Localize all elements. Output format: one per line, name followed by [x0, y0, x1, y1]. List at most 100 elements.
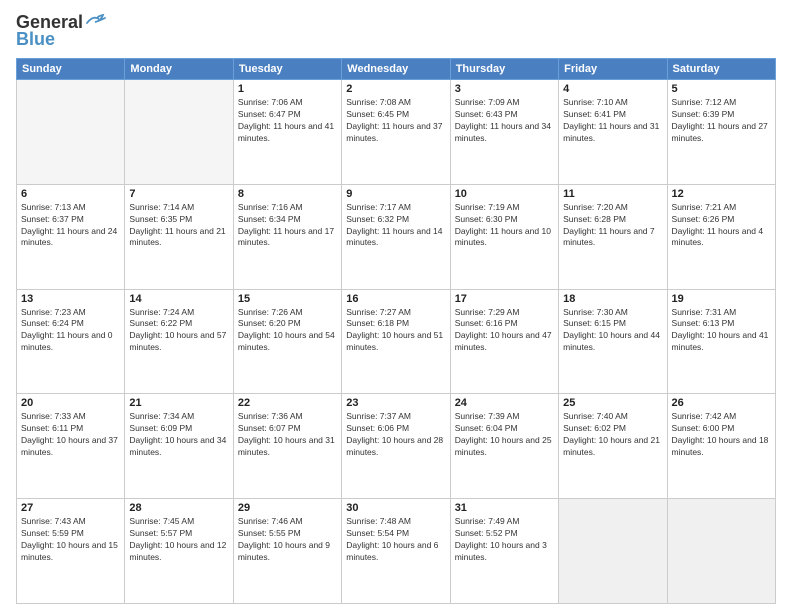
day-number: 1	[238, 83, 337, 95]
day-number: 14	[129, 293, 228, 305]
day-number: 22	[238, 397, 337, 409]
day-number: 16	[346, 293, 445, 305]
day-header-friday: Friday	[559, 59, 667, 80]
header: General Blue	[16, 12, 776, 50]
day-info: Sunrise: 7:33 AM Sunset: 6:11 PM Dayligh…	[21, 411, 120, 459]
day-info: Sunrise: 7:46 AM Sunset: 5:55 PM Dayligh…	[238, 516, 337, 564]
calendar-cell: 16 Sunrise: 7:27 AM Sunset: 6:18 PM Dayli…	[342, 289, 450, 394]
calendar-cell: 23 Sunrise: 7:37 AM Sunset: 6:06 PM Dayli…	[342, 394, 450, 499]
day-header-tuesday: Tuesday	[233, 59, 341, 80]
calendar-cell: 19Sunrise: 7:31 AM Sunset: 6:13 PM Dayli…	[667, 289, 775, 394]
day-info: Sunrise: 7:40 AM Sunset: 6:02 PM Dayligh…	[563, 411, 662, 459]
logo-blue: Blue	[16, 29, 55, 50]
day-info: Sunrise: 7:21 AM Sunset: 6:26 PM Dayligh…	[672, 202, 771, 250]
day-info: Sunrise: 7:26 AM Sunset: 6:20 PM Dayligh…	[238, 307, 337, 355]
day-number: 4	[563, 83, 662, 95]
day-number: 15	[238, 293, 337, 305]
calendar-cell	[125, 80, 233, 185]
week-row-4: 20 Sunrise: 7:33 AM Sunset: 6:11 PM Dayli…	[17, 394, 776, 499]
day-info: Sunrise: 7:13 AM Sunset: 6:37 PM Dayligh…	[21, 202, 120, 250]
calendar-cell: 26Sunrise: 7:42 AM Sunset: 6:00 PM Dayli…	[667, 394, 775, 499]
day-info: Sunrise: 7:43 AM Sunset: 5:59 PM Dayligh…	[21, 516, 120, 564]
day-info: Sunrise: 7:19 AM Sunset: 6:30 PM Dayligh…	[455, 202, 554, 250]
day-number: 17	[455, 293, 554, 305]
day-info: Sunrise: 7:06 AM Sunset: 6:47 PM Dayligh…	[238, 97, 337, 145]
day-number: 9	[346, 188, 445, 200]
day-header-monday: Monday	[125, 59, 233, 80]
calendar-cell: 7Sunrise: 7:14 AM Sunset: 6:35 PM Daylig…	[125, 184, 233, 289]
day-header-thursday: Thursday	[450, 59, 558, 80]
day-number: 31	[455, 502, 554, 514]
calendar-cell: 18 Sunrise: 7:30 AM Sunset: 6:15 PM Dayli…	[559, 289, 667, 394]
day-info: Sunrise: 7:31 AM Sunset: 6:13 PM Dayligh…	[672, 307, 771, 355]
day-info: Sunrise: 7:39 AM Sunset: 6:04 PM Dayligh…	[455, 411, 554, 459]
calendar-cell	[667, 499, 775, 604]
day-info: Sunrise: 7:09 AM Sunset: 6:43 PM Dayligh…	[455, 97, 554, 145]
day-info: Sunrise: 7:30 AM Sunset: 6:15 PM Dayligh…	[563, 307, 662, 355]
calendar-cell: 14Sunrise: 7:24 AM Sunset: 6:22 PM Dayli…	[125, 289, 233, 394]
calendar-cell: 5 Sunrise: 7:12 AM Sunset: 6:39 PM Daylig…	[667, 80, 775, 185]
day-number: 5	[672, 83, 771, 95]
day-number: 27	[21, 502, 120, 514]
logo: General Blue	[16, 12, 107, 50]
calendar-cell: 28Sunrise: 7:45 AM Sunset: 5:57 PM Dayli…	[125, 499, 233, 604]
calendar-cell: 4 Sunrise: 7:10 AM Sunset: 6:41 PM Daylig…	[559, 80, 667, 185]
day-info: Sunrise: 7:17 AM Sunset: 6:32 PM Dayligh…	[346, 202, 445, 250]
calendar-cell: 15 Sunrise: 7:26 AM Sunset: 6:20 PM Dayli…	[233, 289, 341, 394]
calendar-header-row: SundayMondayTuesdayWednesdayThursdayFrid…	[17, 59, 776, 80]
calendar-cell: 1 Sunrise: 7:06 AM Sunset: 6:47 PM Daylig…	[233, 80, 341, 185]
calendar-cell: 13 Sunrise: 7:23 AM Sunset: 6:24 PM Dayli…	[17, 289, 125, 394]
day-info: Sunrise: 7:10 AM Sunset: 6:41 PM Dayligh…	[563, 97, 662, 145]
calendar-cell: 2 Sunrise: 7:08 AM Sunset: 6:45 PM Daylig…	[342, 80, 450, 185]
day-info: Sunrise: 7:45 AM Sunset: 5:57 PM Dayligh…	[129, 516, 228, 564]
day-number: 12	[672, 188, 771, 200]
day-info: Sunrise: 7:36 AM Sunset: 6:07 PM Dayligh…	[238, 411, 337, 459]
day-header-sunday: Sunday	[17, 59, 125, 80]
calendar-cell: 29 Sunrise: 7:46 AM Sunset: 5:55 PM Dayli…	[233, 499, 341, 604]
day-number: 3	[455, 83, 554, 95]
day-number: 20	[21, 397, 120, 409]
calendar-cell: 20 Sunrise: 7:33 AM Sunset: 6:11 PM Dayli…	[17, 394, 125, 499]
calendar-cell: 3 Sunrise: 7:09 AM Sunset: 6:43 PM Daylig…	[450, 80, 558, 185]
day-number: 8	[238, 188, 337, 200]
day-number: 21	[129, 397, 228, 409]
day-info: Sunrise: 7:20 AM Sunset: 6:28 PM Dayligh…	[563, 202, 662, 250]
day-info: Sunrise: 7:42 AM Sunset: 6:00 PM Dayligh…	[672, 411, 771, 459]
calendar-cell: 10 Sunrise: 7:19 AM Sunset: 6:30 PM Dayli…	[450, 184, 558, 289]
day-info: Sunrise: 7:29 AM Sunset: 6:16 PM Dayligh…	[455, 307, 554, 355]
calendar-cell: 21Sunrise: 7:34 AM Sunset: 6:09 PM Dayli…	[125, 394, 233, 499]
calendar-table: SundayMondayTuesdayWednesdayThursdayFrid…	[16, 58, 776, 604]
day-info: Sunrise: 7:48 AM Sunset: 5:54 PM Dayligh…	[346, 516, 445, 564]
calendar-cell: 9 Sunrise: 7:17 AM Sunset: 6:32 PM Daylig…	[342, 184, 450, 289]
day-number: 18	[563, 293, 662, 305]
calendar-cell: 30Sunrise: 7:48 AM Sunset: 5:54 PM Dayli…	[342, 499, 450, 604]
calendar-cell	[559, 499, 667, 604]
day-info: Sunrise: 7:37 AM Sunset: 6:06 PM Dayligh…	[346, 411, 445, 459]
day-info: Sunrise: 7:27 AM Sunset: 6:18 PM Dayligh…	[346, 307, 445, 355]
calendar-body: 1 Sunrise: 7:06 AM Sunset: 6:47 PM Daylig…	[17, 80, 776, 604]
calendar-cell: 31 Sunrise: 7:49 AM Sunset: 5:52 PM Dayli…	[450, 499, 558, 604]
calendar-cell: 17 Sunrise: 7:29 AM Sunset: 6:16 PM Dayli…	[450, 289, 558, 394]
day-number: 13	[21, 293, 120, 305]
calendar-cell: 6 Sunrise: 7:13 AM Sunset: 6:37 PM Daylig…	[17, 184, 125, 289]
week-row-5: 27 Sunrise: 7:43 AM Sunset: 5:59 PM Dayli…	[17, 499, 776, 604]
day-number: 24	[455, 397, 554, 409]
calendar-cell: 11Sunrise: 7:20 AM Sunset: 6:28 PM Dayli…	[559, 184, 667, 289]
calendar-cell: 12 Sunrise: 7:21 AM Sunset: 6:26 PM Dayli…	[667, 184, 775, 289]
day-number: 29	[238, 502, 337, 514]
day-info: Sunrise: 7:08 AM Sunset: 6:45 PM Dayligh…	[346, 97, 445, 145]
day-number: 10	[455, 188, 554, 200]
calendar-cell: 27 Sunrise: 7:43 AM Sunset: 5:59 PM Dayli…	[17, 499, 125, 604]
calendar-cell	[17, 80, 125, 185]
day-info: Sunrise: 7:12 AM Sunset: 6:39 PM Dayligh…	[672, 97, 771, 145]
day-number: 25	[563, 397, 662, 409]
day-info: Sunrise: 7:23 AM Sunset: 6:24 PM Dayligh…	[21, 307, 120, 355]
day-number: 23	[346, 397, 445, 409]
week-row-2: 6 Sunrise: 7:13 AM Sunset: 6:37 PM Daylig…	[17, 184, 776, 289]
calendar-cell: 25 Sunrise: 7:40 AM Sunset: 6:02 PM Dayli…	[559, 394, 667, 499]
day-number: 2	[346, 83, 445, 95]
day-info: Sunrise: 7:49 AM Sunset: 5:52 PM Dayligh…	[455, 516, 554, 564]
calendar-cell: 8Sunrise: 7:16 AM Sunset: 6:34 PM Daylig…	[233, 184, 341, 289]
day-number: 6	[21, 188, 120, 200]
day-header-wednesday: Wednesday	[342, 59, 450, 80]
